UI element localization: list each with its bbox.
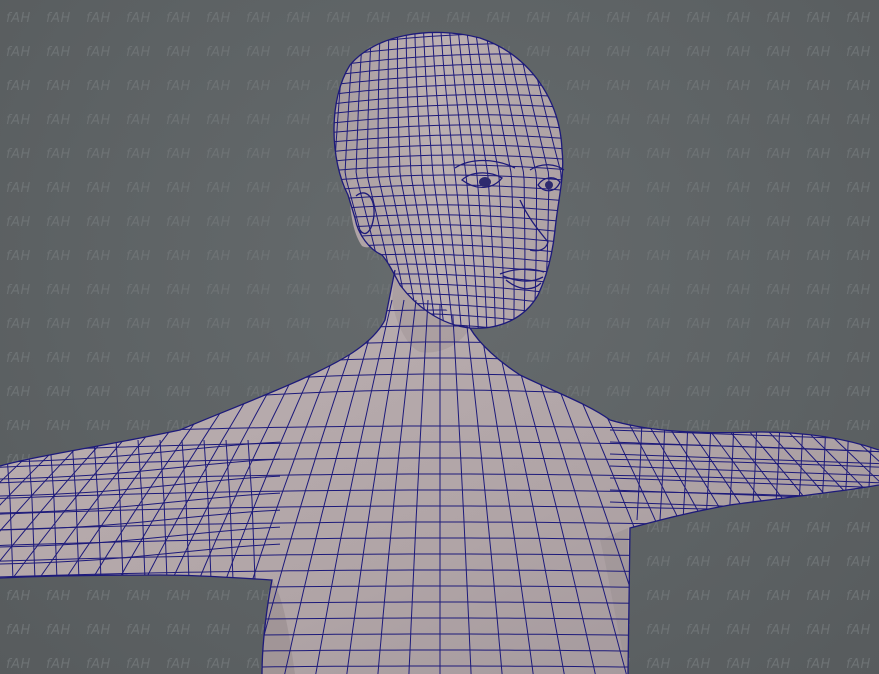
3d-viewport[interactable]: fAH fAH fAH fAH fAH fAH fAH fAH fAH fAH fAH fAH fAH f… <box>0 0 879 674</box>
base-mesh-model <box>0 31 879 674</box>
